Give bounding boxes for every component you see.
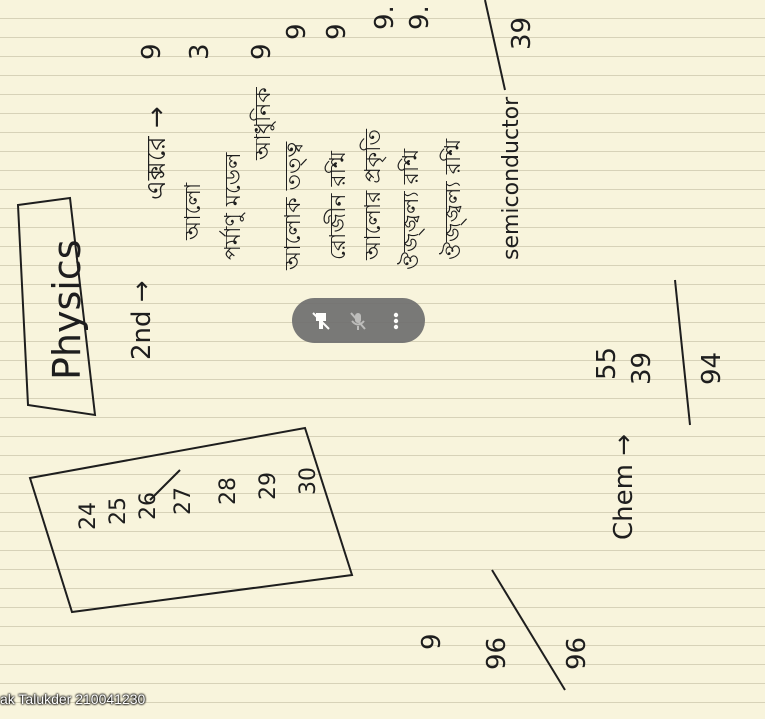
note-line-3: পর্মাণু মডেল bbox=[219, 152, 246, 260]
nine-2: 9 bbox=[247, 43, 277, 60]
chem-94: 94 bbox=[697, 352, 727, 385]
sum-96b: 96 bbox=[562, 637, 592, 670]
note-line-2: আলো bbox=[181, 182, 206, 241]
chem-39: 39 bbox=[627, 352, 657, 385]
note-line-1: এক্সরে → bbox=[142, 106, 172, 200]
box-number-29: 29 bbox=[256, 472, 281, 500]
box-number-24: 24 bbox=[76, 502, 101, 530]
note-line-5: আলোক তত্ত্ব bbox=[281, 141, 307, 271]
participant-name-caption: ak Talukder 210041230 bbox=[0, 691, 146, 707]
pin-off-icon bbox=[312, 311, 330, 330]
top-divider bbox=[484, 0, 506, 91]
sum-96: 96 bbox=[482, 637, 512, 670]
nine-6: 9. bbox=[405, 5, 435, 30]
note-line-4: আধুনিক bbox=[250, 87, 276, 161]
num-three: 3 bbox=[185, 43, 215, 60]
note-line-6: রোজীন রশ্মি bbox=[324, 150, 351, 260]
chem-55: 55 bbox=[592, 347, 622, 380]
pin-off-button[interactable] bbox=[306, 306, 336, 336]
note-line-8: ঔজ্জ্বল্য রশ্মি bbox=[397, 148, 425, 270]
total-39: 39 bbox=[507, 17, 537, 50]
more-vert-icon bbox=[393, 312, 399, 329]
nine-5: 9. bbox=[370, 5, 400, 30]
chem-label: Chem → bbox=[609, 434, 639, 540]
box-number-30: 30 bbox=[296, 467, 321, 495]
box-number-25: 25 bbox=[106, 497, 131, 525]
mic-off-icon bbox=[350, 311, 367, 330]
sum-9: 9 bbox=[417, 633, 447, 650]
bottom-sum-line bbox=[491, 569, 566, 691]
handwriting-canvas: Physics 2nd → এক্সরে → 9 আলো 3 পর্মাণু ম… bbox=[16, 0, 727, 691]
nine-3: 9 bbox=[282, 23, 312, 40]
box-number-28: 28 bbox=[216, 477, 241, 505]
box-number-26: 26 bbox=[136, 492, 161, 520]
box-number-27: 27 bbox=[171, 487, 196, 515]
mic-off-button[interactable] bbox=[343, 306, 373, 336]
nine-4: 9 bbox=[322, 23, 352, 40]
note-line-7: আলোর প্রকৃতি bbox=[360, 129, 386, 261]
note-line-9: ঔজ্জ্বল্য রশ্মি bbox=[439, 138, 467, 260]
chem-sum-line bbox=[674, 279, 691, 426]
semiconductor-label: semiconductor bbox=[499, 96, 524, 260]
second-label: 2nd → bbox=[127, 280, 157, 360]
floating-toolbar bbox=[292, 298, 425, 343]
more-options-button[interactable] bbox=[381, 306, 411, 336]
nine-1: 9 bbox=[137, 43, 167, 60]
